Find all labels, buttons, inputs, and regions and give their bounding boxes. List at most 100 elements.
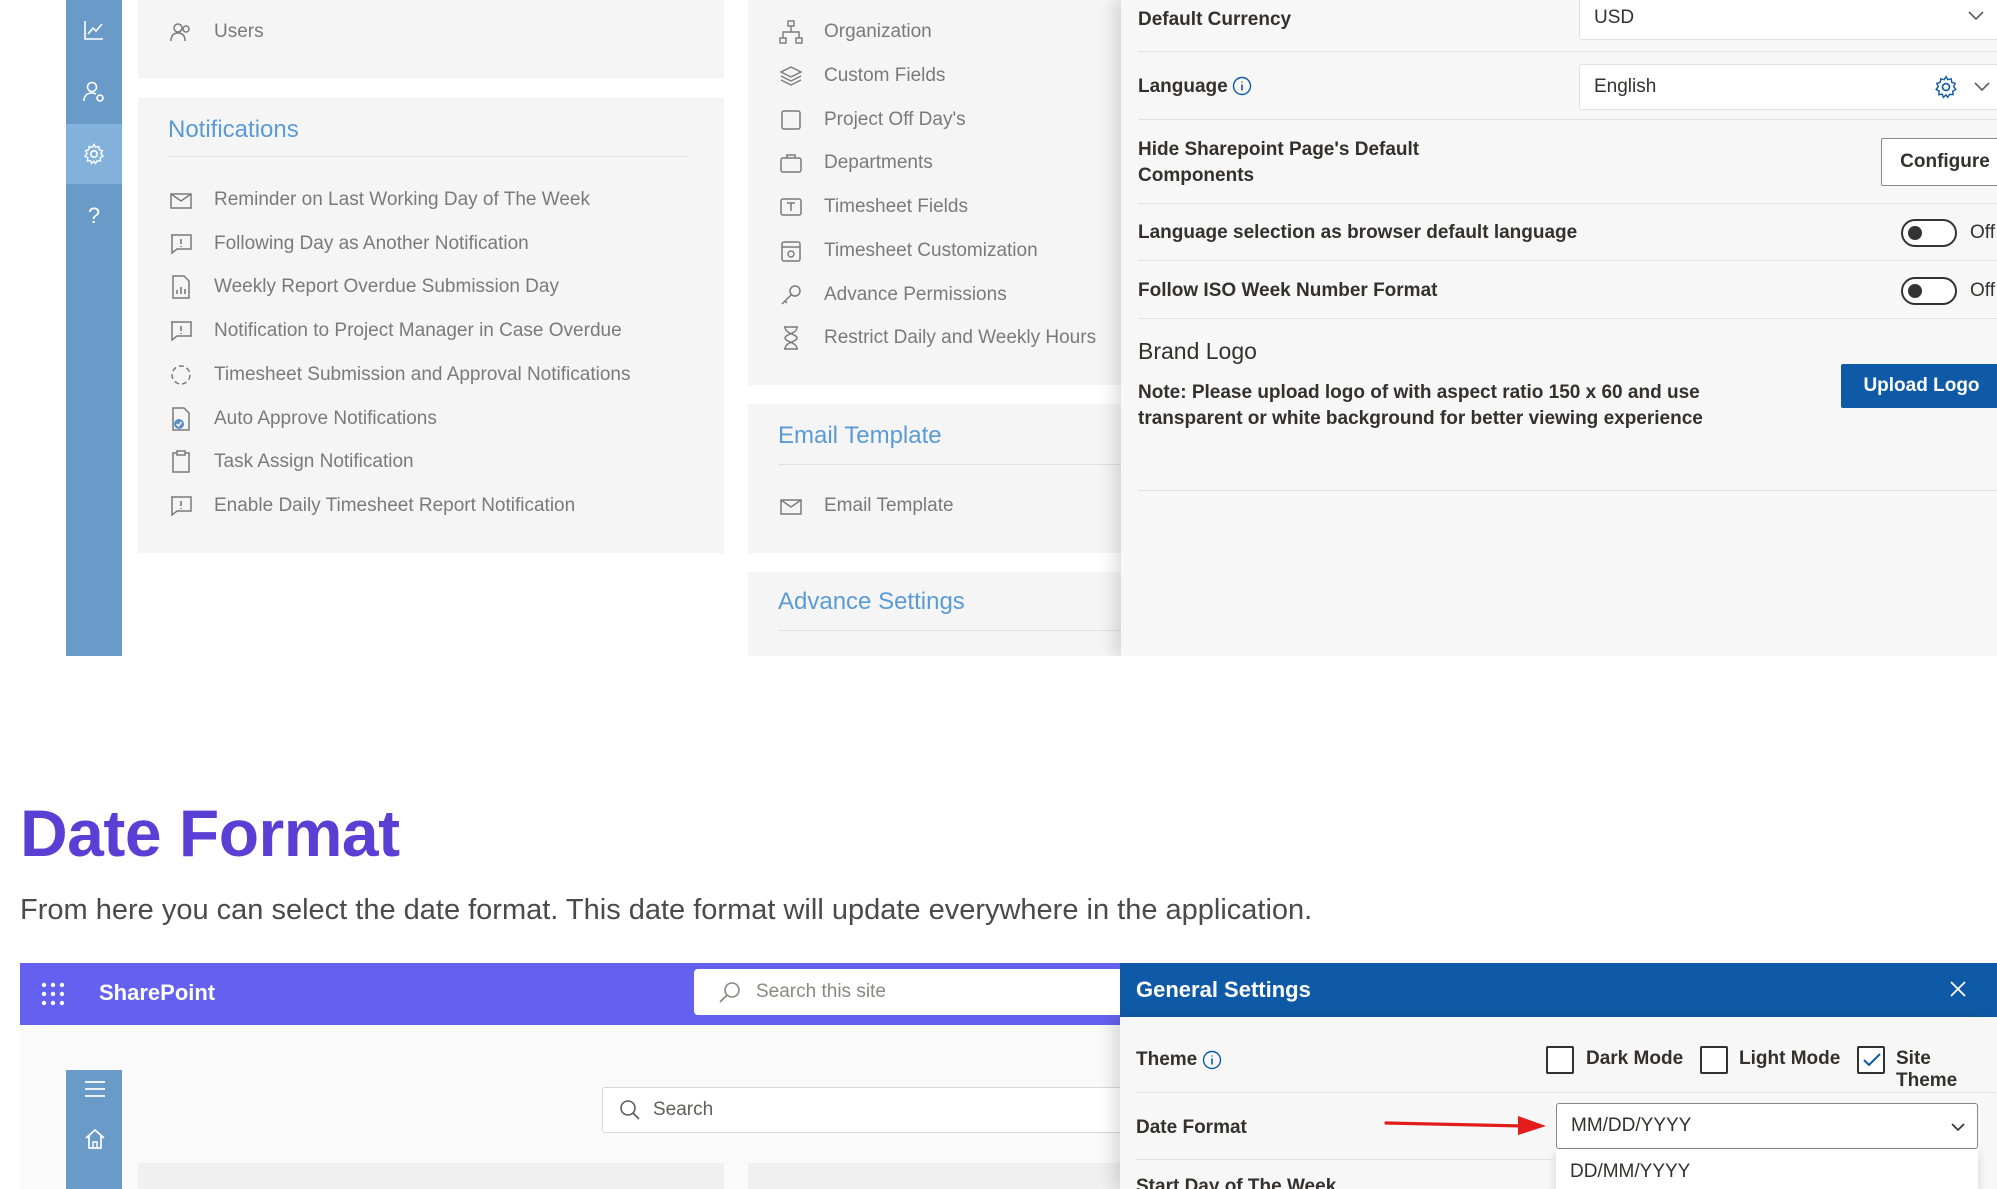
menu-item-custom-fields[interactable]: Custom Fields (778, 61, 945, 91)
chevron-down-icon (1951, 1123, 1965, 1132)
menu-item-daily-report-notification[interactable]: Enable Daily Timesheet Report Notificati… (168, 491, 575, 521)
label-line: Components (1138, 165, 1255, 186)
menu-item-users[interactable]: Users (168, 17, 264, 47)
panel-stub (138, 1163, 724, 1189)
gear-icon (83, 143, 105, 165)
email-icon (778, 493, 804, 519)
menu-item-reminder-last-working-day[interactable]: Reminder on Last Working Day of The Week (168, 185, 590, 215)
dark-mode-label: Dark Mode (1586, 1048, 1684, 1069)
brand-logo-note: Note: Please upload logo of with aspect … (1138, 380, 1703, 432)
clipboard-icon (168, 449, 194, 475)
toggle-knob (1908, 284, 1922, 298)
alert-message-icon (168, 231, 194, 257)
email-template-heading: Email Template (778, 422, 942, 449)
menu-item-timesheet-customization[interactable]: Timesheet Customization (778, 236, 1038, 266)
menu-item-label: Timesheet Submission and Approval Notifi… (214, 364, 631, 385)
date-format-dropdown[interactable]: MM/DD/YYYY (1556, 1103, 1978, 1149)
key-icon (778, 282, 804, 308)
chevron-down-icon (1968, 11, 1984, 21)
close-icon[interactable] (1949, 980, 1967, 998)
bottom-screenshot: SharePoint Search this site Search Gener… (20, 963, 1997, 1189)
calendar-settings-icon (778, 238, 804, 264)
section-description: From here you can select the date format… (20, 894, 1313, 926)
menu-item-label: Auto Approve Notifications (214, 408, 437, 429)
panel-stub (748, 1163, 1121, 1189)
menu-item-submission-approval[interactable]: Timesheet Submission and Approval Notifi… (168, 360, 630, 390)
email-schedule-icon (168, 187, 194, 213)
light-mode-label: Light Mode (1739, 1048, 1841, 1069)
left-nav-rail: ? (66, 0, 122, 656)
document-check-icon (168, 406, 194, 432)
menu-item-following-day[interactable]: Following Day as Another Notification (168, 229, 529, 259)
rail-user-settings-button[interactable] (66, 62, 122, 122)
menu-item-timesheet-fields[interactable]: Timesheet Fields (778, 192, 968, 222)
divider (1138, 119, 1997, 120)
menu-item-label: Project Off Day's (824, 109, 966, 130)
menu-item-label: Departments (824, 152, 933, 173)
menu-item-departments[interactable]: Departments (778, 148, 933, 178)
gear-icon[interactable] (1934, 75, 1958, 99)
configure-button[interactable]: Configure (1881, 138, 1997, 186)
site-theme-checkbox[interactable] (1857, 1046, 1885, 1074)
default-currency-label: Default Currency (1138, 9, 1292, 30)
menu-item-label: Enable Daily Timesheet Report Notificati… (214, 495, 576, 516)
upload-logo-button[interactable]: Upload Logo (1841, 364, 1997, 408)
report-icon (168, 274, 194, 300)
notifications-panel: Notifications Reminder on Last Working D… (138, 98, 724, 553)
advance-settings-panel: Advance Settings (748, 572, 1121, 656)
general-settings-header: General Settings (1120, 963, 1997, 1017)
inner-search-box[interactable]: Search (602, 1087, 1122, 1133)
rail-help-button[interactable]: ? (66, 186, 122, 246)
rail-settings-button[interactable] (66, 124, 122, 184)
info-icon[interactable] (1202, 1050, 1222, 1070)
general-settings-body: Theme Dark Mode Light Mode Site Theme Da… (1120, 1017, 1997, 1189)
iso-week-label: Follow ISO Week Number Format (1138, 280, 1438, 301)
home-icon[interactable] (84, 1128, 106, 1150)
menu-item-label: Weekly Report Overdue Submission Day (214, 276, 559, 297)
menu-item-project-off-days[interactable]: Project Off Day's (778, 105, 966, 135)
dark-mode-checkbox[interactable] (1546, 1046, 1574, 1074)
site-theme-label: Site Theme (1896, 1048, 1958, 1091)
menu-item-task-assign[interactable]: Task Assign Notification (168, 447, 414, 477)
hourglass-icon (778, 325, 804, 351)
app-name[interactable]: SharePoint (99, 980, 215, 1006)
language-dropdown[interactable]: English (1579, 64, 1997, 110)
divider (1138, 318, 1997, 319)
advance-settings-heading: Advance Settings (778, 588, 965, 615)
menu-item-organization[interactable]: Organization (778, 17, 932, 47)
default-currency-dropdown[interactable]: USD (1579, 0, 1997, 40)
text-field-icon (778, 194, 804, 220)
menu-item-restrict-hours[interactable]: Restrict Daily and Weekly Hours (778, 323, 1096, 353)
menu-item-advance-permissions[interactable]: Advance Permissions (778, 280, 1007, 310)
checkbox-icon (778, 107, 804, 133)
menu-item-auto-approve[interactable]: Auto Approve Notifications (168, 404, 437, 434)
menu-item-email-template[interactable]: Email Template (778, 491, 954, 521)
divider (1138, 490, 1997, 491)
light-mode-checkbox[interactable] (1700, 1046, 1728, 1074)
site-search-box[interactable]: Search this site (694, 969, 1154, 1015)
theme-label: Theme (1136, 1049, 1198, 1070)
chart-icon (83, 19, 105, 41)
menu-item-label: Advance Permissions (824, 284, 1007, 305)
annotation-arrow-icon (1384, 1109, 1548, 1137)
hamburger-menu-icon[interactable] (84, 1080, 106, 1098)
app-launcher-icon[interactable] (40, 981, 66, 1007)
alert-message-icon (168, 493, 194, 519)
label-line: Hide Sharepoint Page's Default (1138, 139, 1420, 160)
date-format-option[interactable]: DD/MM/YYYY (1556, 1149, 1978, 1189)
dropdown-value: English (1594, 76, 1657, 97)
rail-analytics-button[interactable] (66, 0, 122, 60)
menu-item-label: Email Template (824, 495, 954, 516)
left-nav-rail (66, 1070, 122, 1189)
menu-item-label: Reminder on Last Working Day of The Week (214, 189, 590, 210)
iso-week-toggle[interactable] (1901, 277, 1957, 305)
info-icon[interactable] (1232, 76, 1252, 96)
dropdown-value: MM/DD/YYYY (1571, 1115, 1692, 1136)
menu-item-weekly-report-overdue[interactable]: Weekly Report Overdue Submission Day (168, 272, 559, 302)
checkmark-icon (1863, 1053, 1881, 1067)
language-label: Language (1138, 76, 1228, 97)
top-screenshot: ? Users Notifications Reminder on Last W… (20, 0, 1997, 656)
browser-language-toggle[interactable] (1901, 219, 1957, 247)
menu-item-label: Timesheet Customization (824, 240, 1038, 261)
menu-item-notify-project-manager[interactable]: Notification to Project Manager in Case … (168, 316, 622, 346)
